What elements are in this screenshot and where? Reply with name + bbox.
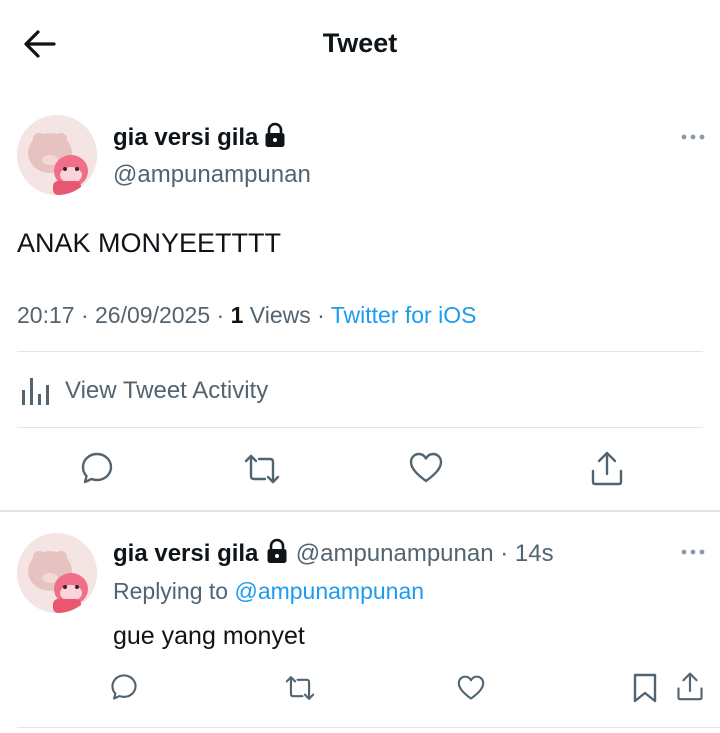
heart-icon: [409, 452, 443, 483]
ellipsis-icon: [681, 134, 705, 140]
tweet-date: 26/09/2025: [95, 302, 211, 328]
tweet-author-row: gia versi gila: [113, 122, 287, 153]
beaver-avatar-image: [17, 115, 97, 195]
avatar[interactable]: [17, 115, 97, 195]
replying-to-handle-link[interactable]: @ampunampunan: [234, 578, 424, 604]
reply-avatar[interactable]: [17, 533, 97, 613]
reply-author-row: gia versi gila @ampunampunan · 14s: [113, 538, 554, 571]
speech-bubble-icon: [81, 452, 113, 484]
reply-bookmark-button[interactable]: [632, 673, 658, 703]
retweet-icon: [244, 454, 280, 484]
divider: [17, 427, 703, 428]
author-handle[interactable]: @ampunampunan: [113, 161, 311, 189]
bar-chart-icon: [22, 378, 49, 405]
replying-to-line: Replying to @ampunampunan: [113, 578, 424, 605]
share-button[interactable]: [590, 450, 624, 486]
reply-text: gue yang monyet: [113, 622, 305, 650]
more-options-button[interactable]: [680, 133, 706, 141]
tweet-text: ANAK MONYEETTTT: [17, 228, 282, 258]
tweet-source-link[interactable]: Twitter for iOS: [331, 302, 477, 328]
view-tweet-activity-label: View Tweet Activity: [65, 377, 269, 404]
retweet-icon: [285, 676, 315, 700]
reply-author-handle[interactable]: @ampunampunan: [296, 540, 494, 567]
top-bar: Tweet: [0, 0, 720, 90]
share-icon: [591, 451, 623, 486]
ellipsis-icon: [681, 549, 705, 555]
reply-reply-button[interactable]: [110, 673, 138, 701]
reply-more-options-button[interactable]: [680, 548, 706, 556]
views-label: Views: [249, 302, 311, 328]
section-divider: [0, 510, 720, 512]
like-button[interactable]: [409, 452, 443, 484]
bookmark-icon: [633, 673, 657, 703]
lock-icon: [265, 538, 289, 571]
reply-retweet-button[interactable]: [285, 674, 315, 702]
reply-like-button[interactable]: [457, 675, 485, 701]
page-title: Tweet: [322, 28, 398, 58]
reply-author-name[interactable]: gia versi gila: [113, 540, 258, 567]
replying-to-label: Replying to: [113, 578, 229, 604]
divider: [17, 727, 720, 728]
tweet-meta: 20:17 · 26/09/2025 · 1 Views · Twitter f…: [17, 302, 477, 328]
views-count: 1: [230, 302, 244, 328]
reply-button[interactable]: [80, 451, 114, 485]
lock-icon: [263, 122, 287, 153]
view-tweet-activity-button[interactable]: View Tweet Activity: [17, 366, 347, 414]
beaver-avatar-image: [17, 533, 97, 613]
reply-timestamp[interactable]: 14s: [515, 540, 554, 567]
tweet-time: 20:17: [17, 302, 75, 328]
heart-icon: [457, 675, 485, 700]
share-icon: [677, 672, 703, 701]
author-name[interactable]: gia versi gila: [113, 124, 258, 151]
speech-bubble-icon: [111, 674, 137, 700]
retweet-button[interactable]: [244, 452, 280, 486]
divider: [17, 351, 703, 352]
reply-share-button[interactable]: [676, 671, 704, 701]
